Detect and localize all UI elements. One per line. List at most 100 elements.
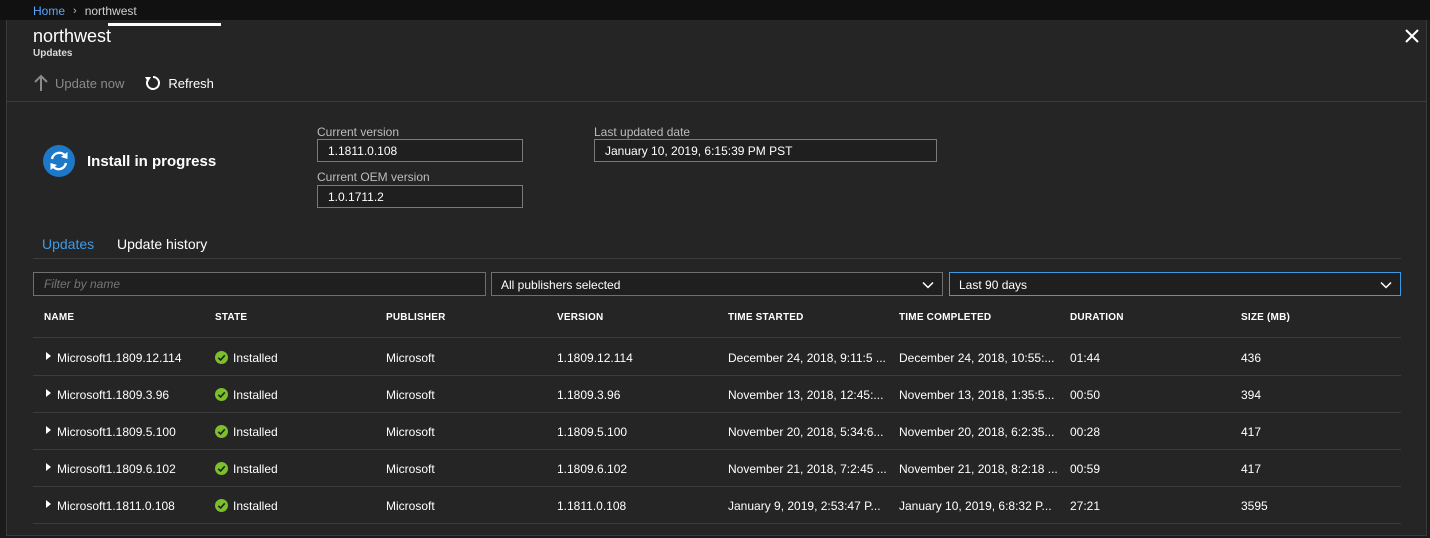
cell-state: Installed: [233, 462, 278, 476]
install-status-label: Install in progress: [87, 152, 217, 170]
cell-publisher: Microsoft: [386, 499, 435, 513]
installed-check-icon: [215, 425, 228, 438]
cell-name: Microsoft1.1809.5.100: [57, 425, 176, 439]
cell-state: Installed: [233, 499, 278, 513]
cell-size: 394: [1241, 388, 1262, 402]
cell-time-started: January 9, 2019, 2:53:47 P...: [728, 499, 881, 513]
cell-version: 1.1809.3.96: [557, 388, 621, 402]
expand-arrow-icon[interactable]: [46, 426, 51, 434]
breadcrumb-current: northwest: [84, 4, 137, 18]
cell-size: 436: [1241, 351, 1262, 365]
cell-duration: 27:21: [1070, 499, 1101, 513]
cell-size: 417: [1241, 425, 1262, 439]
cell-time-completed: January 10, 2019, 6:8:32 P...: [899, 499, 1052, 513]
cell-time-started: December 24, 2018, 9:11:5 ...: [728, 351, 886, 365]
cell-publisher: Microsoft: [386, 388, 435, 402]
cell-time-completed: November 21, 2018, 8:2:18 ...: [899, 462, 1058, 476]
cell-time-started: November 21, 2018, 7:2:45 ...: [728, 462, 887, 476]
chevron-down-icon: [922, 281, 934, 289]
breadcrumb: Home › northwest: [33, 4, 137, 18]
column-header-state[interactable]: STATE: [215, 312, 247, 323]
cell-name: Microsoft1.1809.3.96: [57, 388, 170, 402]
cell-version: 1.1809.6.102: [557, 462, 628, 476]
column-header-time-started[interactable]: TIME STARTED: [728, 312, 804, 323]
expand-arrow-icon[interactable]: [46, 352, 51, 360]
arrow-up-icon: [34, 74, 48, 91]
cell-version: 1.1809.12.114: [557, 351, 633, 365]
timespan-dropdown-value: Last 90 days: [959, 278, 1028, 292]
active-tab-indicator: [108, 23, 221, 26]
install-status: Install in progress: [43, 145, 216, 177]
breadcrumb-separator: ›: [73, 5, 77, 17]
expand-arrow-icon[interactable]: [46, 463, 51, 471]
cell-publisher: Microsoft: [386, 351, 435, 365]
cell-name: Microsoft1.1811.0.108: [57, 499, 175, 513]
cell-duration: 01:44: [1070, 351, 1101, 365]
table-row[interactable]: Microsoft1.1809.5.100 Installed Microsof…: [33, 413, 1401, 450]
update-now-button[interactable]: Update now: [33, 74, 124, 92]
tab-strip: Updates Update history: [33, 233, 1401, 259]
breadcrumb-home-link[interactable]: Home: [33, 4, 65, 18]
installed-check-icon: [215, 499, 228, 512]
oem-version-field: 1.0.1711.2: [317, 185, 523, 208]
cell-publisher: Microsoft: [386, 462, 435, 476]
installed-check-icon: [215, 388, 228, 401]
cell-time-completed: November 13, 2018, 1:35:5...: [899, 388, 1055, 402]
expand-arrow-icon[interactable]: [46, 389, 51, 397]
cell-name: Microsoft1.1809.6.102: [57, 462, 176, 476]
table-row[interactable]: Microsoft1.1811.0.108 Installed Microsof…: [33, 487, 1401, 524]
installed-check-icon: [215, 462, 228, 475]
close-button[interactable]: [1402, 26, 1422, 46]
cell-time-completed: December 24, 2018, 10:55:...: [899, 351, 1055, 365]
current-version-label: Current version: [317, 125, 400, 139]
command-bar: Update now Refresh: [33, 74, 214, 92]
cell-duration: 00:59: [1070, 462, 1101, 476]
cell-duration: 00:50: [1070, 388, 1101, 402]
column-header-duration[interactable]: DURATION: [1070, 312, 1124, 323]
cell-publisher: Microsoft: [386, 425, 435, 439]
table-row[interactable]: Microsoft1.1809.12.114 Installed Microso…: [33, 339, 1401, 376]
portal-top-bar: Home › northwest: [0, 0, 1430, 20]
table-row[interactable]: Microsoft1.1809.6.102 Installed Microsof…: [33, 450, 1401, 487]
cell-version: 1.1811.0.108: [557, 499, 627, 513]
sync-icon: [43, 145, 75, 177]
tab-updates[interactable]: Updates: [42, 236, 94, 252]
current-version-field: 1.1811.0.108: [317, 139, 523, 162]
refresh-button[interactable]: Refresh: [144, 74, 214, 92]
column-header-name[interactable]: NAME: [44, 312, 74, 323]
cell-time-completed: November 20, 2018, 6:2:35...: [899, 425, 1055, 439]
chevron-down-icon: [1380, 281, 1392, 289]
update-now-label: Update now: [55, 75, 125, 91]
column-header-size[interactable]: SIZE (MB): [1241, 312, 1290, 323]
column-header-version[interactable]: VERSION: [557, 312, 603, 323]
cell-time-started: November 20, 2018, 5:34:6...: [728, 425, 884, 439]
cell-duration: 00:28: [1070, 425, 1101, 439]
cell-version: 1.1809.5.100: [557, 425, 628, 439]
tab-update-history[interactable]: Update history: [117, 236, 207, 252]
column-header-time-completed[interactable]: TIME COMPLETED: [899, 312, 991, 323]
cell-state: Installed: [233, 351, 278, 365]
installed-check-icon: [215, 351, 228, 364]
close-icon: [1405, 29, 1419, 43]
command-bar-divider: [6, 101, 1427, 102]
last-updated-field: January 10, 2019, 6:15:39 PM PST: [594, 139, 937, 162]
cell-state: Installed: [233, 388, 278, 402]
last-updated-label: Last updated date: [594, 125, 691, 139]
refresh-icon: [145, 76, 161, 90]
table-row[interactable]: Microsoft1.1809.3.96 Installed Microsoft…: [33, 376, 1401, 413]
cell-time-started: November 13, 2018, 12:45:...: [728, 388, 884, 402]
timespan-dropdown[interactable]: Last 90 days: [949, 272, 1401, 296]
publishers-dropdown[interactable]: All publishers selected: [491, 272, 943, 296]
blade-title: northwest: [33, 26, 112, 46]
column-header-publisher[interactable]: PUBLISHER: [386, 312, 446, 323]
cell-size: 3595: [1241, 499, 1268, 513]
expand-arrow-icon[interactable]: [46, 500, 51, 508]
blade-subtitle: Updates: [33, 48, 73, 59]
cell-name: Microsoft1.1809.12.114: [57, 351, 182, 365]
cell-size: 417: [1241, 462, 1262, 476]
filter-by-name-input[interactable]: [33, 272, 486, 296]
cell-state: Installed: [233, 425, 278, 439]
publishers-dropdown-value: All publishers selected: [501, 278, 621, 292]
oem-version-label: Current OEM version: [317, 170, 430, 184]
refresh-label: Refresh: [168, 75, 214, 91]
